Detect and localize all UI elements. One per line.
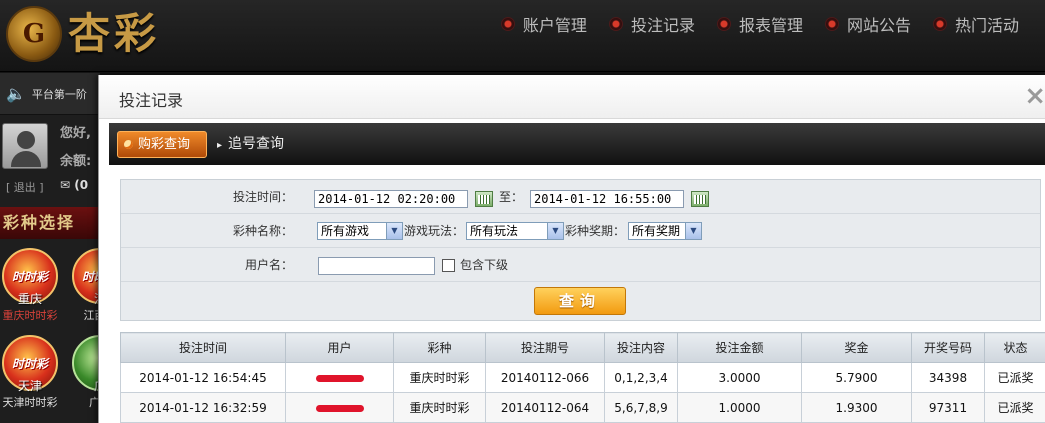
filter-row-game: 彩种名称： 所有游戏 ▼ 游戏玩法： 所有玩法 ▼ 彩种奖期： 所有奖期 ▼ [121,214,1040,248]
mail-count: (0 [74,178,89,192]
bet-time-cell: 2014-01-12 16:54:45 [120,362,286,393]
user-info: 您好, 余额: [60,120,91,176]
notice-text: 平台第一阶 [31,87,87,101]
site-logo[interactable]: G 杏彩 [6,6,186,64]
filter-row-time: 投注时间： 2014-01-12 02:20:00 至： 2014-01-12 … [121,180,1040,214]
avatar [2,123,48,169]
table-row[interactable]: 2014-01-12 16:54:45 重庆时时彩 20140112-066 0… [120,362,1045,393]
tab-bar: 购彩查询 追号查询 [109,123,1045,165]
amount-cell: 1.0000 [677,392,802,423]
period-cell: 20140112-066 [485,362,605,393]
username-label: 用户名： [244,258,293,272]
nav-reports[interactable]: 报表管理 [716,12,803,36]
bullet-icon [716,17,731,31]
start-time-input[interactable]: 2014-01-12 02:20:00 [314,190,468,208]
status-cell: 已派奖 [984,392,1045,423]
game-jiangxi[interactable]: 时时彩 江 江西时 [70,248,100,323]
logo-text: 杏彩 [68,9,161,58]
speaker-icon: 🔈 [6,84,26,103]
greeting-text: 您好, [60,126,91,141]
to-label: 至： [499,190,524,204]
column-header: 投注期号 [485,332,605,363]
game-chongqing[interactable]: 时时彩 重庆 重庆时时彩 [0,248,60,323]
time-label: 投注时间： [232,190,293,204]
bullet-icon [932,17,947,31]
column-header: 用户 [285,332,394,363]
period-select[interactable]: 所有奖期 ▼ [628,222,702,240]
amount-cell: 3.0000 [677,362,802,393]
content-cell: 0,1,2,3,4 [604,362,678,393]
redaction-mark [315,404,364,412]
bullet-icon [608,17,623,31]
column-header: 彩种 [393,332,486,363]
play-select[interactable]: 所有玩法 ▼ [466,222,564,240]
game-tianjin[interactable]: 时时彩 天津 天津时时彩 [0,335,60,410]
column-header: 投注金额 [677,332,802,363]
nav-account[interactable]: 账户管理 [500,12,587,36]
prize-cell: 1.9300 [801,392,912,423]
table-header-row: 投注时间 用户 彩种 投注期号 投注内容 投注金额 奖金 开奖号码 状态 [120,332,1045,363]
bet-records-dialog: 投注记录 × 购彩查询 追号查询 投注时间： 2014-01-12 02:20:… [98,75,1045,423]
column-header: 开奖号码 [911,332,985,363]
user-cell [285,392,394,423]
chevron-down-icon: ▼ [386,223,402,239]
logo-emblem: G [6,6,62,62]
balance-label: 余额: [60,154,92,169]
user-cell [285,362,394,393]
nav-promotions[interactable]: 热门活动 [932,12,1019,36]
tab-chase-query[interactable]: 追号查询 [217,131,284,158]
bullet-icon [500,17,515,31]
column-header: 投注时间 [120,332,286,363]
dialog-title: 投注记录 [119,91,184,110]
table-row[interactable]: 2014-01-12 16:32:59 重庆时时彩 20140112-064 5… [120,392,1045,423]
close-icon[interactable]: × [1024,81,1045,111]
play-label: 游戏玩法： [404,224,465,238]
nav-bet-records[interactable]: 投注记录 [608,12,695,36]
game-guangdong[interactable]: 广 广东 [70,335,100,410]
filter-row-user: 用户名： 包含下级 [121,248,1040,282]
nav-announcements[interactable]: 网站公告 [824,12,911,36]
bet-time-cell: 2014-01-12 16:32:59 [120,392,286,423]
draw-cell: 34398 [911,362,985,393]
column-header: 投注内容 [604,332,678,363]
end-time-input[interactable]: 2014-01-12 16:55:00 [530,190,684,208]
results-table: 投注时间 用户 彩种 投注期号 投注内容 投注金额 奖金 开奖号码 状态 201… [120,332,1045,423]
calendar-icon[interactable] [691,191,709,207]
mail-link[interactable]: ✉ (0 [60,178,88,192]
username-input[interactable] [318,257,435,275]
draw-cell: 97311 [911,392,985,423]
logout-link[interactable]: [ 退出 ] [6,179,44,195]
bullet-icon [824,17,839,31]
filter-panel: 投注时间： 2014-01-12 02:20:00 至： 2014-01-12 … [120,179,1041,321]
period-label: 彩种奖期： [565,224,626,238]
game-cell: 重庆时时彩 [393,392,486,423]
redaction-mark [315,374,364,382]
dialog-header: 投注记录 × [99,75,1045,119]
game-select[interactable]: 所有游戏 ▼ [317,222,403,240]
top-header: G 杏彩 账户管理 投注记录 报表管理 网站公告 热门活动 [0,0,1045,72]
calendar-icon[interactable] [475,191,493,207]
mail-icon: ✉ [60,178,75,192]
chevron-down-icon: ▼ [685,223,701,239]
column-header: 奖金 [801,332,912,363]
lottery-section-title: 彩种选择 [0,207,100,239]
content-cell: 5,6,7,8,9 [604,392,678,423]
game-cell: 重庆时时彩 [393,362,486,393]
column-header: 状态 [984,332,1045,363]
top-nav: 账户管理 投注记录 报表管理 网站公告 热门活动 [500,12,1019,36]
tab-purchase-query[interactable]: 购彩查询 [117,131,207,158]
notice-bar: 🔈 平台第一阶 [0,73,100,115]
query-button[interactable]: 查询 [534,287,626,315]
include-sub-label: 包含下级 [460,258,509,272]
status-cell: 已派奖 [984,362,1045,393]
game-name-label: 彩种名称： [232,224,293,238]
sidebar: 🔈 平台第一阶 您好, 余额: [ 退出 ] ✉ (0 彩种选择 时时彩 重庆 … [0,73,100,423]
prize-cell: 5.7900 [801,362,912,393]
period-cell: 20140112-064 [485,392,605,423]
include-sub-checkbox[interactable] [442,259,455,272]
chevron-down-icon: ▼ [547,223,563,239]
